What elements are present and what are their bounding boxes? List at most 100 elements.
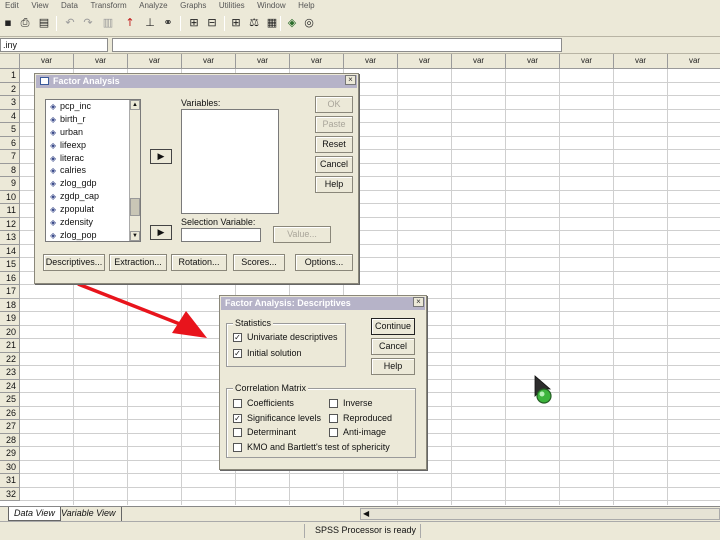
variable-name: zgdp_cap (60, 191, 100, 202)
coefficients-checkbox[interactable] (233, 399, 242, 408)
scale-variable-icon: ◈ (50, 102, 57, 111)
scale-variable-icon: ◈ (50, 218, 57, 228)
scroll-down-icon[interactable]: ▼ (130, 231, 140, 241)
view-tabs-bar: Data View Variable View ◀ (0, 506, 720, 521)
scale-variable-icon: ◈ (50, 140, 57, 150)
reset-button[interactable]: Reset (315, 136, 353, 153)
variable-list-item[interactable]: ◈ zpopulat (46, 203, 140, 216)
status-separator (304, 524, 305, 538)
scale-variable-icon: ◈ (50, 114, 57, 124)
arrow-right-icon: ▶ (157, 151, 165, 161)
cancel-button[interactable]: Cancel (315, 156, 353, 173)
statistics-group: Statistics ✓ Univariate descriptives ✓ I… (226, 318, 346, 367)
variable-name: zdensity (60, 217, 94, 228)
descriptives-button[interactable]: Descriptives... (43, 254, 105, 271)
scale-variable-icon: ◈ (50, 127, 57, 137)
dialog-title: Factor Analysis: Descriptives (225, 298, 351, 308)
scores-button[interactable]: Scores... (233, 254, 285, 271)
dialog-icon (40, 77, 49, 85)
variables-target-list[interactable] (181, 109, 279, 214)
scroll-left-icon[interactable]: ◀ (363, 509, 369, 519)
move-to-variables-button[interactable]: ▶ (150, 149, 172, 164)
selection-variable-field[interactable] (181, 228, 261, 242)
determinant-label: Determinant (247, 427, 297, 437)
rotation-button[interactable]: Rotation... (171, 254, 227, 271)
variable-list-item[interactable]: ◈ pcp_inc (46, 100, 140, 113)
variable-name: zlog_pop (60, 229, 97, 240)
variable-list-item[interactable]: ◈ lifeexp (46, 139, 140, 152)
variable-list-item[interactable]: ◈ zlog_gdp (46, 177, 140, 190)
initial-solution-checkbox[interactable]: ✓ (233, 349, 242, 358)
continue-button[interactable]: Continue (371, 318, 415, 335)
options-button[interactable]: Options... (295, 254, 353, 271)
reproduced-checkbox[interactable] (329, 414, 338, 423)
close-button[interactable]: × (413, 297, 424, 307)
univariate-label: Univariate descriptives (247, 332, 338, 342)
variable-list-item[interactable]: ◈ zgdp_cap (46, 190, 140, 203)
scale-variable-icon: ◈ (50, 205, 57, 215)
variable-list-item[interactable]: ◈ zlog_pop (46, 229, 140, 241)
scale-variable-icon: ◈ (50, 153, 57, 163)
inverse-checkbox[interactable] (329, 399, 338, 408)
horizontal-scrollbar[interactable]: ◀ (360, 508, 720, 520)
kmo-bartlett-label: KMO and Bartlett's test of sphericity (247, 442, 390, 452)
ok-button[interactable]: OK (315, 96, 353, 113)
coefficients-label: Coefficients (247, 398, 294, 408)
significance-checkbox[interactable]: ✓ (233, 414, 242, 423)
status-separator (420, 524, 421, 538)
kmo-bartlett-checkbox[interactable] (233, 443, 242, 452)
dialog-title-bar: Factor Analysis: Descriptives (221, 297, 425, 310)
variable-name: literac (60, 152, 85, 163)
anti-image-label: Anti-image (343, 427, 387, 437)
variable-name: lifeexp (60, 139, 87, 150)
initial-solution-label: Initial solution (247, 348, 302, 358)
factor-analysis-dialog: Factor Analysis × ◈ pcp_inc ◈ birth_r ◈ urban… (34, 73, 359, 284)
extraction-button[interactable]: Extraction... (109, 254, 167, 271)
scale-variable-icon: ◈ (50, 230, 57, 240)
arrow-right-icon: ▶ (157, 227, 165, 237)
tab-data-view[interactable]: Data View (8, 507, 61, 521)
descriptives-dialog: Factor Analysis: Descriptives × Statisti… (219, 295, 427, 470)
variable-list-item[interactable]: ◈ zdensity (46, 216, 140, 229)
variable-name: pcp_inc (60, 101, 92, 111)
variable-name: urban (60, 126, 84, 137)
dialog-title-bar: Factor Analysis (36, 75, 357, 88)
significance-label: Significance levels (247, 413, 322, 423)
scroll-thumb[interactable] (130, 198, 140, 216)
paste-button[interactable]: Paste (315, 116, 353, 133)
scale-variable-icon: ◈ (50, 166, 57, 176)
variable-name: zpopulat (60, 204, 95, 215)
anti-image-checkbox[interactable] (329, 428, 338, 437)
status-bar: SPSS Processor is ready (0, 521, 720, 540)
variables-label: Variables: (181, 98, 221, 108)
statistics-legend: Statistics (233, 318, 274, 328)
variable-name: birth_r (60, 113, 86, 124)
selection-variable-label: Selection Variable: (181, 217, 256, 227)
tab-variable-view[interactable]: Variable View (56, 507, 122, 521)
help-button[interactable]: Help (315, 176, 353, 193)
scale-variable-icon: ◈ (50, 192, 57, 202)
value-button[interactable]: Value... (273, 226, 331, 243)
variable-list-item[interactable]: ◈ urban (46, 126, 140, 139)
determinant-checkbox[interactable] (233, 428, 242, 437)
list-scrollbar[interactable]: ▲ ▼ (129, 100, 140, 241)
inverse-label: Inverse (343, 398, 373, 408)
univariate-checkbox[interactable]: ✓ (233, 333, 242, 342)
close-icon: × (348, 75, 353, 84)
variable-list-item[interactable]: ◈ calries (46, 164, 140, 177)
close-button[interactable]: × (345, 75, 356, 85)
help-button[interactable]: Help (371, 358, 415, 375)
correlation-matrix-legend: Correlation Matrix (233, 383, 309, 393)
cancel-button[interactable]: Cancel (371, 338, 415, 355)
variable-list-item[interactable]: ◈ birth_r (46, 113, 140, 126)
move-to-selection-button[interactable]: ▶ (150, 225, 172, 240)
dialog-title: Factor Analysis (53, 76, 120, 86)
scroll-up-icon[interactable]: ▲ (130, 100, 140, 110)
variable-list-item[interactable]: ◈ literac (46, 152, 140, 165)
scale-variable-icon: ◈ (50, 179, 57, 189)
reproduced-label: Reproduced (343, 413, 393, 423)
status-message: SPSS Processor is ready (315, 525, 417, 535)
variable-name: calries (60, 165, 87, 176)
correlation-matrix-group: Correlation Matrix Coefficients Inverse … (226, 383, 416, 458)
source-variable-list[interactable]: ◈ pcp_inc ◈ birth_r ◈ urban ◈ lifeexp ◈ literac ◈ c… (45, 99, 141, 242)
